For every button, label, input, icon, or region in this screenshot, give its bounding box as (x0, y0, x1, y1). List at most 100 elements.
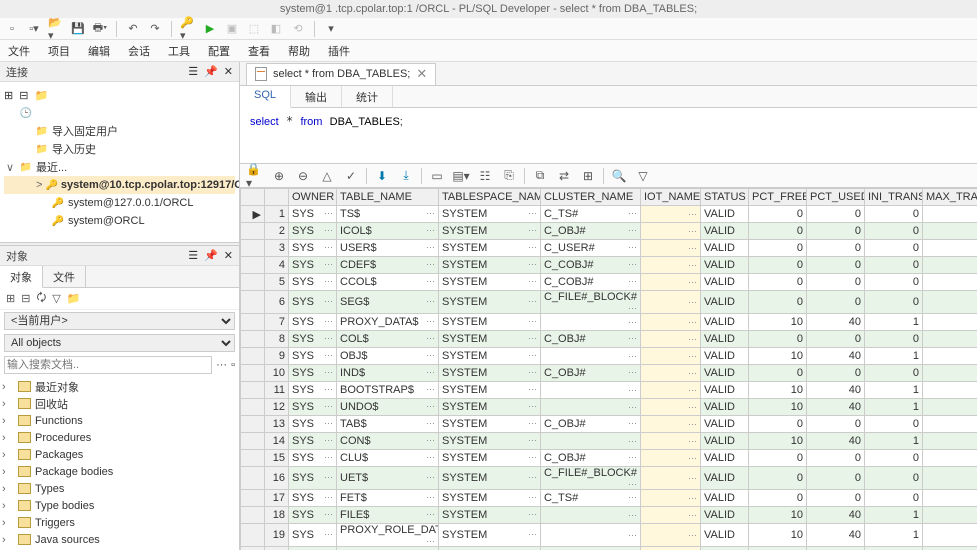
save-icon[interactable]: 💾 (70, 21, 86, 37)
misc-icon[interactable]: ⟲ (290, 21, 306, 37)
collapse-icon[interactable]: ⊟ (21, 292, 30, 305)
connection-item[interactable]: >🔑system@10.tcp.cpolar.top:12917/OR0 (4, 176, 235, 194)
new-icon[interactable]: ▫ (4, 21, 20, 37)
panel-menu-icon[interactable]: ☰ (188, 249, 198, 262)
refresh-icon[interactable]: 🗘 (36, 289, 46, 308)
menu-plugin[interactable]: 插件 (328, 43, 350, 59)
key-icon[interactable]: 🔑▾ (180, 21, 196, 37)
object-tree-item[interactable]: ›Types (2, 480, 237, 497)
folder-icon[interactable]: 📁 (67, 292, 81, 305)
tab-objects[interactable]: 对象 (0, 266, 43, 288)
commit-icon[interactable]: ✓ (342, 167, 360, 185)
close-icon[interactable]: ✕ (416, 66, 427, 82)
edit-icon[interactable]: △ (318, 167, 336, 185)
column-header[interactable]: TABLE_NAME (337, 189, 439, 206)
run-icon[interactable]: ▶ (202, 21, 218, 37)
dropdown-icon[interactable]: ▾ (323, 21, 339, 37)
column-header[interactable]: STATUS (701, 189, 749, 206)
object-tree-item[interactable]: ›Packages (2, 446, 237, 463)
remove-row-icon[interactable]: ⊖ (294, 167, 312, 185)
table-row[interactable]: 16SYS···UET$···SYSTEM···C_FILE#_BLOCK#··… (241, 467, 977, 490)
object-tree-item[interactable]: ›Triggers (2, 514, 237, 531)
table-row[interactable]: 14SYS···CON$···SYSTEM·········VALID10401 (241, 433, 977, 450)
rollback-icon[interactable]: ◧ (268, 21, 284, 37)
tab-stats[interactable]: 统计 (342, 86, 393, 107)
column-header[interactable]: PCT_FREE (749, 189, 807, 206)
search-input[interactable] (4, 356, 212, 374)
undo-icon[interactable]: ↶ (125, 21, 141, 37)
object-tree[interactable]: ›最近对象›回收站›Functions›Procedures›Packages›… (0, 376, 239, 550)
table-row[interactable]: 5SYS···CCOL$···SYSTEM···C_COBJ#······VAL… (241, 274, 977, 291)
table-row[interactable]: 3SYS···USER$···SYSTEM···C_USER#······VAL… (241, 240, 977, 257)
remove-icon[interactable]: ⊟ (19, 89, 28, 102)
add-icon[interactable]: ⊞ (4, 89, 13, 102)
link-icon[interactable]: ⇄ (555, 167, 573, 185)
panel-menu-icon[interactable]: ☰ (188, 65, 198, 78)
connection-item[interactable]: 🕒 (4, 104, 235, 122)
menu-view[interactable]: 查看 (248, 43, 270, 59)
fetch-icon[interactable]: ⬇ (373, 167, 391, 185)
table-row[interactable]: 19SYS···PROXY_ROLE_DATA$···SYSTEM·······… (241, 524, 977, 547)
expand-icon[interactable]: ⊞ (6, 292, 15, 305)
tab-files[interactable]: 文件 (43, 266, 86, 287)
result-grid[interactable]: OWNERTABLE_NAMETABLESPACE_NAMECLUSTER_NA… (240, 188, 977, 550)
sql-editor[interactable]: select * from DBA_TABLES; (240, 108, 977, 164)
object-tree-item[interactable]: ›最近对象 (2, 378, 237, 395)
redo-icon[interactable]: ↷ (147, 21, 163, 37)
menu-tools[interactable]: 工具 (168, 43, 190, 59)
table-row[interactable]: 6SYS···SEG$···SYSTEM···C_FILE#_BLOCK#···… (241, 291, 977, 314)
object-tree-item[interactable]: ›Package bodies (2, 463, 237, 480)
filter-icon[interactable]: ▽ (52, 292, 60, 305)
column-header[interactable]: OWNER (289, 189, 337, 206)
object-tree-item[interactable]: ›Functions (2, 412, 237, 429)
connection-item[interactable]: 🔑system@ORCL (4, 212, 235, 230)
close-icon[interactable]: ✕ (224, 249, 233, 262)
table-row[interactable]: 8SYS···COL$···SYSTEM···C_OBJ#······VALID… (241, 331, 977, 348)
table-row[interactable]: 11SYS···BOOTSTRAP$···SYSTEM·········VALI… (241, 382, 977, 399)
compare-icon[interactable]: ⧉ (531, 167, 549, 185)
connection-item[interactable]: 🔑system@127.0.0.1/ORCL (4, 194, 235, 212)
folder-icon[interactable]: 📁 (34, 89, 48, 102)
table-row[interactable]: 9SYS···OBJ$···SYSTEM·········VALID10401 (241, 348, 977, 365)
open-icon[interactable]: 📂▾ (48, 21, 64, 37)
filter-grid-icon[interactable]: ▽ (634, 167, 652, 185)
table-row[interactable]: 17SYS···FET$···SYSTEM···C_TS#······VALID… (241, 490, 977, 507)
connection-item[interactable]: 📁导入历史 (4, 140, 235, 158)
close-icon[interactable]: ✕ (224, 65, 233, 78)
table-row[interactable]: ▶1SYS···TS$···SYSTEM···C_TS#······VALID0… (241, 206, 977, 223)
tab-output[interactable]: 输出 (291, 86, 342, 107)
menu-project[interactable]: 项目 (48, 43, 70, 59)
object-tree-item[interactable]: ›Type bodies (2, 497, 237, 514)
stop-icon[interactable]: ▣ (224, 21, 240, 37)
connection-tree[interactable]: ⊞ ⊟ 📁 🕒📁导入固定用户📁导入历史∨📁最近...>🔑system@10.tc… (0, 82, 239, 242)
commit-icon[interactable]: ⬚ (246, 21, 262, 37)
table-row[interactable]: 10SYS···IND$···SYSTEM···C_OBJ#······VALI… (241, 365, 977, 382)
connection-item[interactable]: ∨📁最近... (4, 158, 235, 176)
print-icon[interactable]: 🖶▾ (92, 21, 108, 37)
fetch-all-icon[interactable]: ⤓ (397, 167, 415, 185)
table-row[interactable]: 18SYS···FILE$···SYSTEM·········VALID1040… (241, 507, 977, 524)
copy-icon[interactable]: ⎘ (500, 167, 518, 185)
menu-session[interactable]: 会话 (128, 43, 150, 59)
object-tree-item[interactable]: ›Procedures (2, 429, 237, 446)
pin-icon[interactable]: 📌 (204, 65, 218, 78)
menu-help[interactable]: 帮助 (288, 43, 310, 59)
table-row[interactable]: 7SYS···PROXY_DATA$···SYSTEM·········VALI… (241, 314, 977, 331)
grid-icon[interactable]: ⊞ (579, 167, 597, 185)
table-row[interactable]: 2SYS···ICOL$···SYSTEM···C_OBJ#······VALI… (241, 223, 977, 240)
object-tree-item[interactable]: ›Java sources (2, 531, 237, 548)
editor-tab[interactable]: select * from DBA_TABLES; ✕ (246, 63, 436, 85)
connection-item[interactable]: 📁导入固定用户 (4, 122, 235, 140)
column-header[interactable]: INI_TRANS (865, 189, 923, 206)
column-header[interactable]: MAX_TRAN (923, 189, 977, 206)
menu-config[interactable]: 配置 (208, 43, 230, 59)
single-record-icon[interactable]: ▭ (428, 167, 446, 185)
search-grid-icon[interactable]: 🔍 (610, 167, 628, 185)
object-tree-item[interactable]: ›回收站 (2, 395, 237, 412)
menu-edit[interactable]: 编辑 (88, 43, 110, 59)
add-row-icon[interactable]: ⊕ (270, 167, 288, 185)
table-row[interactable]: 12SYS···UNDO$···SYSTEM·········VALID1040… (241, 399, 977, 416)
menu-file[interactable]: 文件 (8, 43, 30, 59)
search-clear-icon[interactable]: ▫ (231, 359, 235, 371)
new-dropdown-icon[interactable]: ▫▾ (26, 21, 42, 37)
